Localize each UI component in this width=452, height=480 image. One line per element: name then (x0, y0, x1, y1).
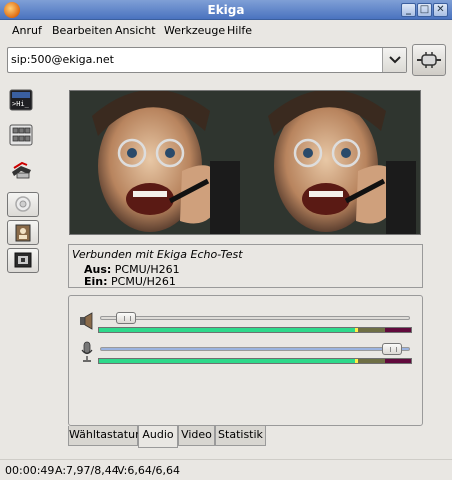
microphone-icon (81, 341, 93, 362)
status-bar: 00:00:49 A:7,97/8,44 V:6,64/6,64 (0, 459, 452, 480)
microphone-volume-thumb[interactable] (382, 343, 402, 355)
speaker-volume-slider[interactable] (100, 312, 410, 324)
webcam-button[interactable] (7, 192, 39, 217)
webcam-icon (15, 196, 31, 212)
tab-video[interactable]: Video (178, 426, 215, 446)
menu-ansicht[interactable]: Ansicht (115, 24, 156, 37)
call-status-panel: Verbunden mit Ekiga Echo-Test Aus: PCMU/… (68, 244, 423, 288)
menu-bearbeiten[interactable]: Bearbeiten (52, 24, 112, 37)
audio-panel (68, 295, 423, 426)
window-title: Ekiga (207, 3, 245, 17)
speaker-volume-thumb[interactable] (116, 312, 136, 324)
url-combobox (7, 47, 407, 73)
plug-connect-icon (417, 52, 441, 68)
microphone-volume-slider[interactable] (100, 343, 410, 355)
menu-bar: Anruf Bearbeiten Ansicht Werkzeuge Hilfe (0, 21, 452, 41)
hangup-button[interactable] (8, 158, 38, 183)
address-book-icon (15, 224, 31, 242)
video-feed-image (70, 91, 420, 234)
speaker-level-meter (98, 327, 412, 333)
dialpad-icon (9, 124, 33, 146)
incoming-codecs: Ein: PCMU/H261 (84, 275, 176, 288)
video-display (69, 90, 421, 235)
connection-status: Verbunden mit Ekiga Echo-Test (72, 248, 243, 261)
menu-werkzeuge[interactable]: Werkzeuge (164, 24, 225, 37)
text-chat-icon: >Hi_ (9, 89, 33, 111)
tab-audio[interactable]: Audio (138, 426, 178, 448)
microphone-level-meter (98, 358, 412, 364)
sip-url-input[interactable] (11, 53, 371, 66)
minimize-button[interactable]: _ (401, 3, 416, 17)
tab-waehltastatur[interactable]: Wähltastatur (68, 426, 140, 446)
close-button[interactable]: ✕ (433, 3, 448, 17)
incoming-codec-value: PCMU/H261 (111, 275, 176, 288)
chevron-down-icon (389, 56, 401, 64)
url-dropdown-button[interactable] (382, 48, 406, 72)
speaker-level-fill (99, 328, 355, 332)
speaker-icon (80, 312, 93, 330)
video-settings-icon (14, 252, 32, 268)
microphone-level-fill (99, 359, 355, 363)
call-duration: 00:00:49 (5, 464, 55, 477)
speaker-level-mid (358, 328, 385, 332)
phone-hangup-icon (12, 161, 31, 179)
text-chat-button[interactable]: >Hi_ (8, 88, 38, 113)
dialpad-button[interactable] (8, 123, 38, 148)
menu-hilfe[interactable]: Hilfe (227, 24, 252, 37)
incoming-label: Ein: (84, 275, 108, 288)
text-chat-badge: >Hi_ (12, 100, 30, 108)
menu-anruf[interactable]: Anruf (12, 24, 42, 37)
connect-button[interactable] (412, 44, 446, 76)
microphone-level-mid (358, 359, 385, 363)
maximize-button[interactable]: □ (417, 3, 432, 17)
tab-statistik[interactable]: Statistik (215, 426, 266, 446)
video-settings-button[interactable] (7, 248, 39, 273)
audio-bandwidth: A:7,97/8,44 (55, 464, 119, 477)
address-book-button[interactable] (7, 220, 39, 245)
video-bandwidth: V:6,64/6,64 (117, 464, 181, 477)
title-bar: Ekiga _ □ ✕ (0, 0, 452, 20)
